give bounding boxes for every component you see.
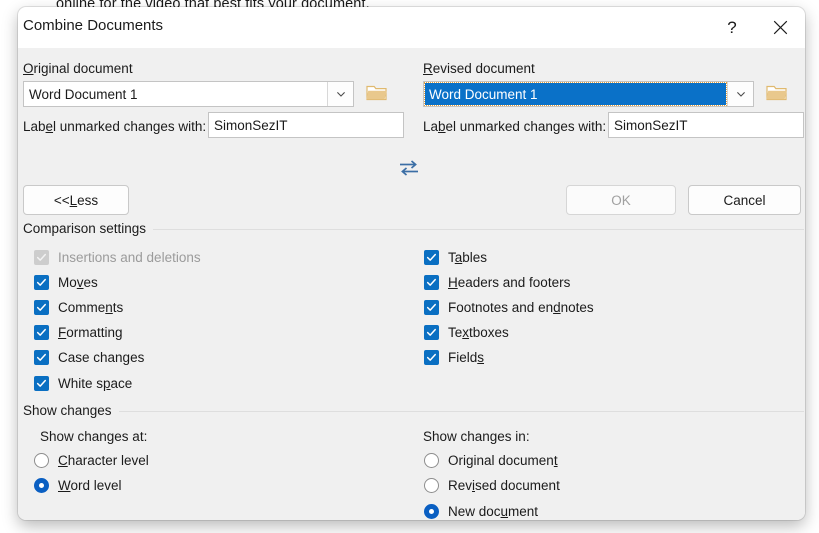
revised-browse-folder-icon[interactable] [766,84,788,102]
checkbox-label: Formatting [58,325,123,341]
radio-indicator[interactable] [34,478,49,493]
cancel-button-label: Cancel [723,192,766,208]
checkbox-indicator[interactable] [424,325,439,341]
revised-unmarked-label: Label unmarked changes with: [423,119,607,134]
checkbox-indicator[interactable] [34,375,49,391]
show-changes-divider [23,411,804,412]
radio-label: New document [448,503,539,519]
original-unmarked-label: Label unmarked changes with: [23,119,207,134]
radio-row[interactable]: Revised document [424,477,560,495]
revised-unmarked-value: SimonSezIT [614,117,688,133]
close-icon [773,20,788,35]
checkbox-indicator[interactable] [34,350,49,366]
checkbox-indicator[interactable] [424,249,439,265]
checkbox-label: Moves [58,274,98,290]
ok-button-label: OK [611,192,631,208]
radio-indicator[interactable] [34,452,49,468]
checkbox-indicator[interactable] [34,249,49,265]
dialog-body: Original document Word Document 1 Label … [18,48,805,520]
checkbox-row[interactable]: White space [34,374,132,392]
revised-unmarked-input[interactable]: SimonSezIT [608,112,804,138]
swap-documents-icon[interactable] [398,158,420,176]
checkbox-label: Textboxes [448,325,509,341]
checkbox-label: Fields [448,350,485,366]
checkbox-label: Insertions and deletions [58,249,201,265]
show-changes-at-label: Show changes at: [40,429,148,444]
help-button[interactable]: ? [709,7,755,48]
radio-indicator[interactable] [424,452,439,468]
ok-button[interactable]: OK [566,185,676,215]
original-document-combo[interactable]: Word Document 1 [23,81,354,107]
checkbox-label: Comments [58,299,124,315]
checkbox-label: Footnotes and endnotes [448,299,594,315]
combine-documents-dialog: Combine Documents ? Original document Wo… [18,7,805,520]
revised-document-label: Revised document [423,61,535,76]
checkbox-indicator[interactable] [424,299,439,315]
radio-label: Word level [58,478,122,493]
question-mark-icon: ? [727,17,737,37]
checkbox-indicator[interactable] [34,274,49,290]
radio-indicator[interactable] [424,478,439,493]
show-changes-in-label: Show changes in: [423,429,530,444]
radio-label: Original document [448,452,558,468]
original-document-combo-value: Word Document 1 [29,86,138,102]
close-button[interactable] [757,7,803,48]
checkbox-label: Tables [448,249,488,265]
original-browse-folder-icon[interactable] [366,84,388,102]
original-unmarked-input[interactable]: SimonSezIT [208,112,404,138]
radio-label: Character level [58,452,149,468]
cancel-button[interactable]: Cancel [688,185,801,215]
show-changes-group-label: Show changes [23,403,119,418]
checkbox-indicator[interactable] [424,274,439,290]
checkbox-row[interactable]: Moves [34,273,98,291]
checkbox-label: Headers and footers [448,274,571,290]
checkbox-row[interactable]: Comments [34,298,123,316]
checkbox-row[interactable]: Insertions and deletions [34,248,201,266]
radio-indicator[interactable] [424,503,439,519]
checkbox-indicator[interactable] [34,325,49,341]
comparison-settings-group-label: Comparison settings [23,221,154,236]
chevron-down-icon[interactable] [727,82,753,106]
checkbox-row[interactable]: Case changes [34,349,144,367]
checkbox-label: White space [58,375,133,391]
radio-label: Revised document [448,478,560,493]
radio-row[interactable]: New document [424,502,538,520]
less-button[interactable]: << Less [23,185,129,215]
radio-row[interactable]: Character level [34,451,149,469]
dialog-title: Combine Documents [23,17,164,34]
checkbox-label: Case changes [58,350,145,366]
checkbox-row[interactable]: Textboxes [424,324,509,342]
checkbox-row[interactable]: Formatting [34,324,123,342]
dialog-titlebar: Combine Documents ? [18,7,805,48]
checkbox-row[interactable]: Headers and footers [424,273,570,291]
radio-row[interactable]: Original document [424,451,558,469]
original-document-label: Original document [23,61,133,76]
checkbox-indicator[interactable] [34,299,49,315]
revised-document-combo[interactable]: Word Document 1 [423,81,754,107]
checkbox-row[interactable]: Footnotes and endnotes [424,298,594,316]
checkbox-row[interactable]: Fields [424,349,484,367]
checkbox-row[interactable]: Tables [424,248,487,266]
checkbox-indicator[interactable] [424,350,439,366]
original-unmarked-value: SimonSezIT [214,117,288,133]
radio-row[interactable]: Word level [34,477,122,495]
revised-document-combo-value: Word Document 1 [424,82,727,106]
chevron-down-icon[interactable] [327,82,353,106]
